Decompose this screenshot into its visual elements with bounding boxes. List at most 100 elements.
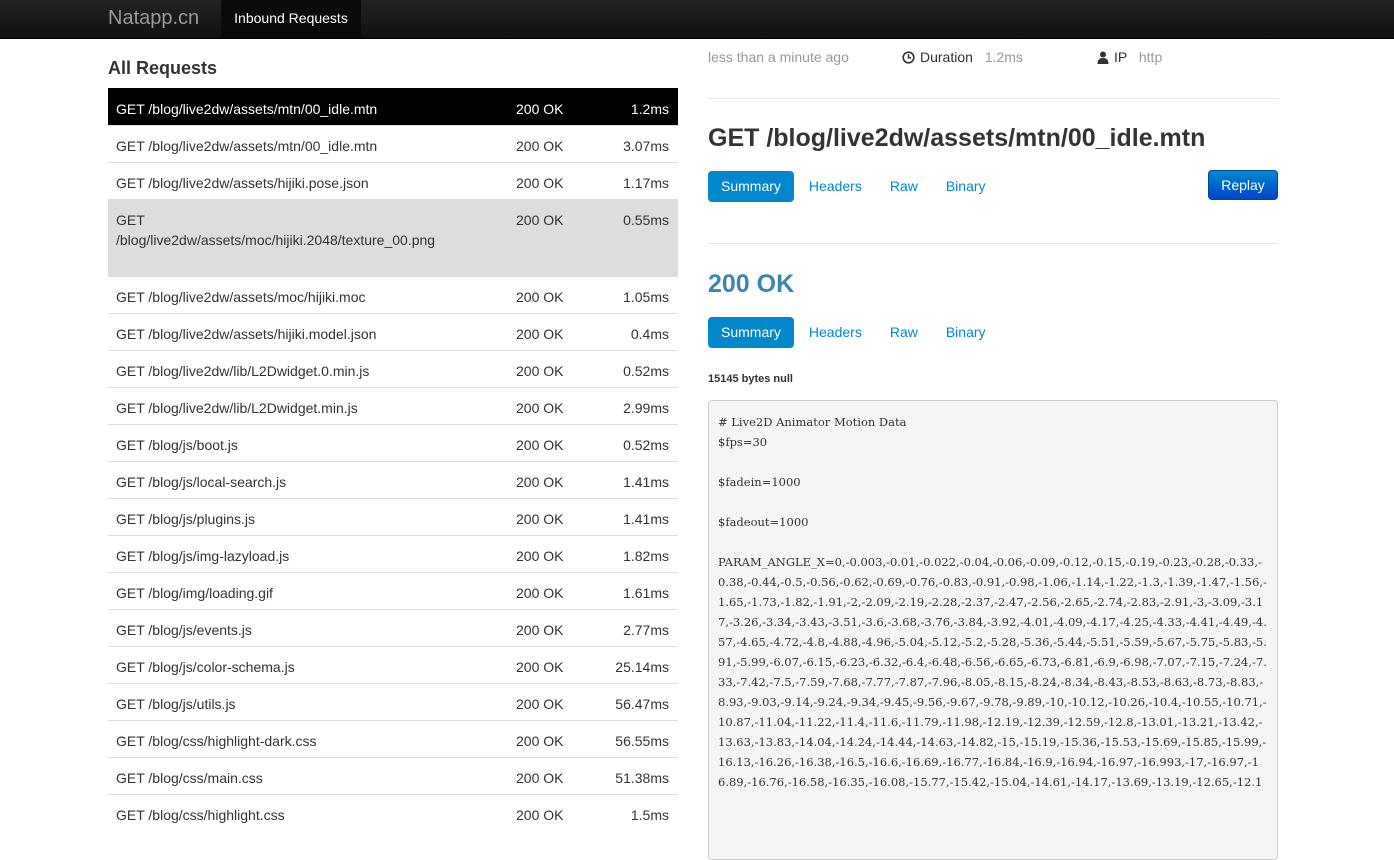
request-path: GET /blog/live2dw/assets/mtn/00_idle.mtn: [116, 138, 378, 154]
request-status: 200 OK: [516, 659, 564, 675]
duration-label: Duration: [920, 49, 973, 65]
request-path: GET /blog/css/main.css: [116, 770, 263, 786]
request-status: 200 OK: [516, 770, 564, 786]
request-status: 200 OK: [516, 733, 564, 749]
request-status: 200 OK: [516, 585, 564, 601]
request-row[interactable]: GET /blog/js/plugins.js 200 OK 1.41ms: [108, 498, 678, 535]
request-row[interactable]: GET /blog/js/utils.js 200 OK 56.47ms: [108, 683, 678, 720]
request-row[interactable]: GET /blog/css/main.css 200 OK 51.38ms: [108, 757, 678, 794]
request-duration: 56.55ms: [615, 733, 669, 749]
request-duration: 2.77ms: [623, 622, 669, 638]
request-row[interactable]: GET /blog/live2dw/assets/moc/hijiki.moc 2…: [108, 276, 678, 313]
ip-value: http: [1138, 49, 1163, 65]
request-path: GET /blog/js/plugins.js: [116, 511, 256, 527]
request-duration: 3.07ms: [623, 138, 669, 154]
divider: [708, 243, 1278, 244]
request-row[interactable]: GET /blog/js/img-lazyload.js 200 OK 1.82ms: [108, 535, 678, 572]
request-duration: 2.99ms: [623, 400, 669, 416]
request-path: GET /blog/js/events.js: [116, 622, 252, 638]
request-path: GET /blog/live2dw/assets/moc/hijiki.moc: [116, 289, 366, 305]
request-status: 200 OK: [516, 474, 564, 490]
request-duration: 51.38ms: [615, 770, 669, 786]
request-duration: 1.5ms: [630, 807, 669, 823]
request-row[interactable]: GET /blog/js/events.js 200 OK 2.77ms: [108, 609, 678, 646]
response-tab-headers[interactable]: Headers: [796, 317, 875, 348]
user-icon: [1097, 51, 1109, 67]
request-duration: 0.55ms: [623, 212, 669, 228]
request-row[interactable]: GET /blog/css/highlight-dark.css 200 OK 56…: [108, 720, 678, 757]
request-row[interactable]: GET /blog/live2dw/lib/L2Dwidget.min.js 20…: [108, 387, 678, 424]
request-duration: 25.14ms: [615, 659, 669, 675]
request-tab-raw[interactable]: Raw: [877, 171, 931, 202]
request-status: 200 OK: [516, 807, 564, 823]
request-duration: 1.41ms: [623, 474, 669, 490]
request-path: GET /blog/css/highlight-dark.css: [116, 733, 317, 749]
request-row[interactable]: GET /blog/live2dw/assets/moc/hijiki.2048…: [108, 199, 678, 276]
request-status: 200 OK: [516, 212, 564, 228]
request-tab-binary[interactable]: Binary: [933, 171, 999, 202]
response-tab-raw[interactable]: Raw: [877, 317, 931, 348]
request-path: GET /blog/live2dw/lib/L2Dwidget.0.min.js: [116, 363, 370, 379]
request-row[interactable]: GET /blog/js/local-search.js 200 OK 1.41ms: [108, 461, 678, 498]
clock-icon: [902, 51, 915, 67]
response-tab-summary[interactable]: Summary: [708, 317, 794, 348]
request-path: GET /blog/js/local-search.js: [116, 474, 287, 490]
request-time-ago: less than a minute ago: [708, 49, 849, 65]
replay-button[interactable]: Replay: [1208, 170, 1278, 200]
response-tab-binary[interactable]: Binary: [933, 317, 999, 348]
request-title: GET /blog/live2dw/assets/mtn/00_idle.mtn: [708, 124, 1206, 152]
request-duration: 56.47ms: [615, 696, 669, 712]
ip-label: IP: [1114, 49, 1127, 65]
response-body[interactable]: # Live2D Animator Motion Data $fps=30 $f…: [708, 400, 1278, 860]
request-path: GET /blog/live2dw/assets/mtn/00_idle.mtn: [116, 101, 378, 117]
request-row[interactable]: GET /blog/js/boot.js 200 OK 0.52ms: [108, 424, 678, 461]
request-row[interactable]: GET /blog/js/color-schema.js 200 OK 25.14m…: [108, 646, 678, 683]
request-duration: 1.41ms: [623, 511, 669, 527]
request-status: 200 OK: [516, 175, 564, 191]
request-duration: 1.61ms: [623, 585, 669, 601]
request-status: 200 OK: [516, 696, 564, 712]
request-duration: 1.05ms: [623, 289, 669, 305]
ip-meta: IP http: [1097, 49, 1162, 67]
response-size: 15145 bytes null: [708, 373, 793, 385]
request-path: GET /blog/js/boot.js: [116, 437, 238, 453]
request-row[interactable]: GET /blog/live2dw/assets/hijiki.model.js…: [108, 313, 678, 350]
request-path: GET /blog/live2dw/assets/moc/hijiki.2048…: [116, 212, 436, 248]
request-path: GET /blog/js/color-schema.js: [116, 659, 295, 675]
request-row[interactable]: GET /blog/css/highlight.css 200 OK 1.5ms: [108, 794, 678, 831]
request-row[interactable]: GET /blog/img/loading.gif 200 OK 1.61ms: [108, 572, 678, 609]
request-path: GET /blog/js/utils.js: [116, 696, 236, 712]
duration-value: 1.2ms: [984, 49, 1023, 65]
request-tab-summary[interactable]: Summary: [708, 171, 794, 202]
request-status: 200 OK: [516, 400, 564, 416]
request-row[interactable]: GET /blog/live2dw/assets/hijiki.pose.jso…: [108, 162, 678, 199]
request-row[interactable]: GET /blog/live2dw/assets/mtn/00_idle.mtn…: [108, 88, 678, 125]
request-duration: 1.2ms: [630, 101, 669, 117]
request-path: GET /blog/live2dw/assets/hijiki.model.js…: [116, 326, 377, 342]
request-status: 200 OK: [516, 289, 564, 305]
request-path: GET /blog/js/img-lazyload.js: [116, 548, 290, 564]
request-path: GET /blog/live2dw/assets/hijiki.pose.jso…: [116, 175, 369, 191]
request-status: 200 OK: [516, 511, 564, 527]
request-path: GET /blog/css/highlight.css: [116, 807, 285, 823]
request-status: 200 OK: [516, 622, 564, 638]
request-status: 200 OK: [516, 101, 564, 117]
request-path: GET /blog/img/loading.gif: [116, 585, 273, 601]
request-status: 200 OK: [516, 548, 564, 564]
request-status: 200 OK: [516, 326, 564, 342]
duration-meta: Duration 1.2ms: [902, 49, 1023, 67]
request-duration: 0.52ms: [623, 437, 669, 453]
request-row[interactable]: GET /blog/live2dw/lib/L2Dwidget.0.min.js…: [108, 350, 678, 387]
request-row[interactable]: GET /blog/live2dw/assets/mtn/00_idle.mtn…: [108, 125, 678, 162]
request-status: 200 OK: [516, 363, 564, 379]
response-status: 200 OK: [708, 270, 795, 298]
request-tab-headers[interactable]: Headers: [796, 171, 875, 202]
request-duration: 0.52ms: [623, 363, 669, 379]
nav-tab-inbound-requests[interactable]: Inbound Requests: [221, 0, 361, 38]
request-duration: 1.82ms: [623, 548, 669, 564]
brand-logo[interactable]: Natapp.cn: [108, 7, 199, 30]
divider: [708, 98, 1278, 99]
requests-table: GET /blog/live2dw/assets/mtn/00_idle.mtn…: [108, 88, 678, 831]
request-status: 200 OK: [516, 138, 564, 154]
request-duration: 0.4ms: [630, 326, 669, 342]
